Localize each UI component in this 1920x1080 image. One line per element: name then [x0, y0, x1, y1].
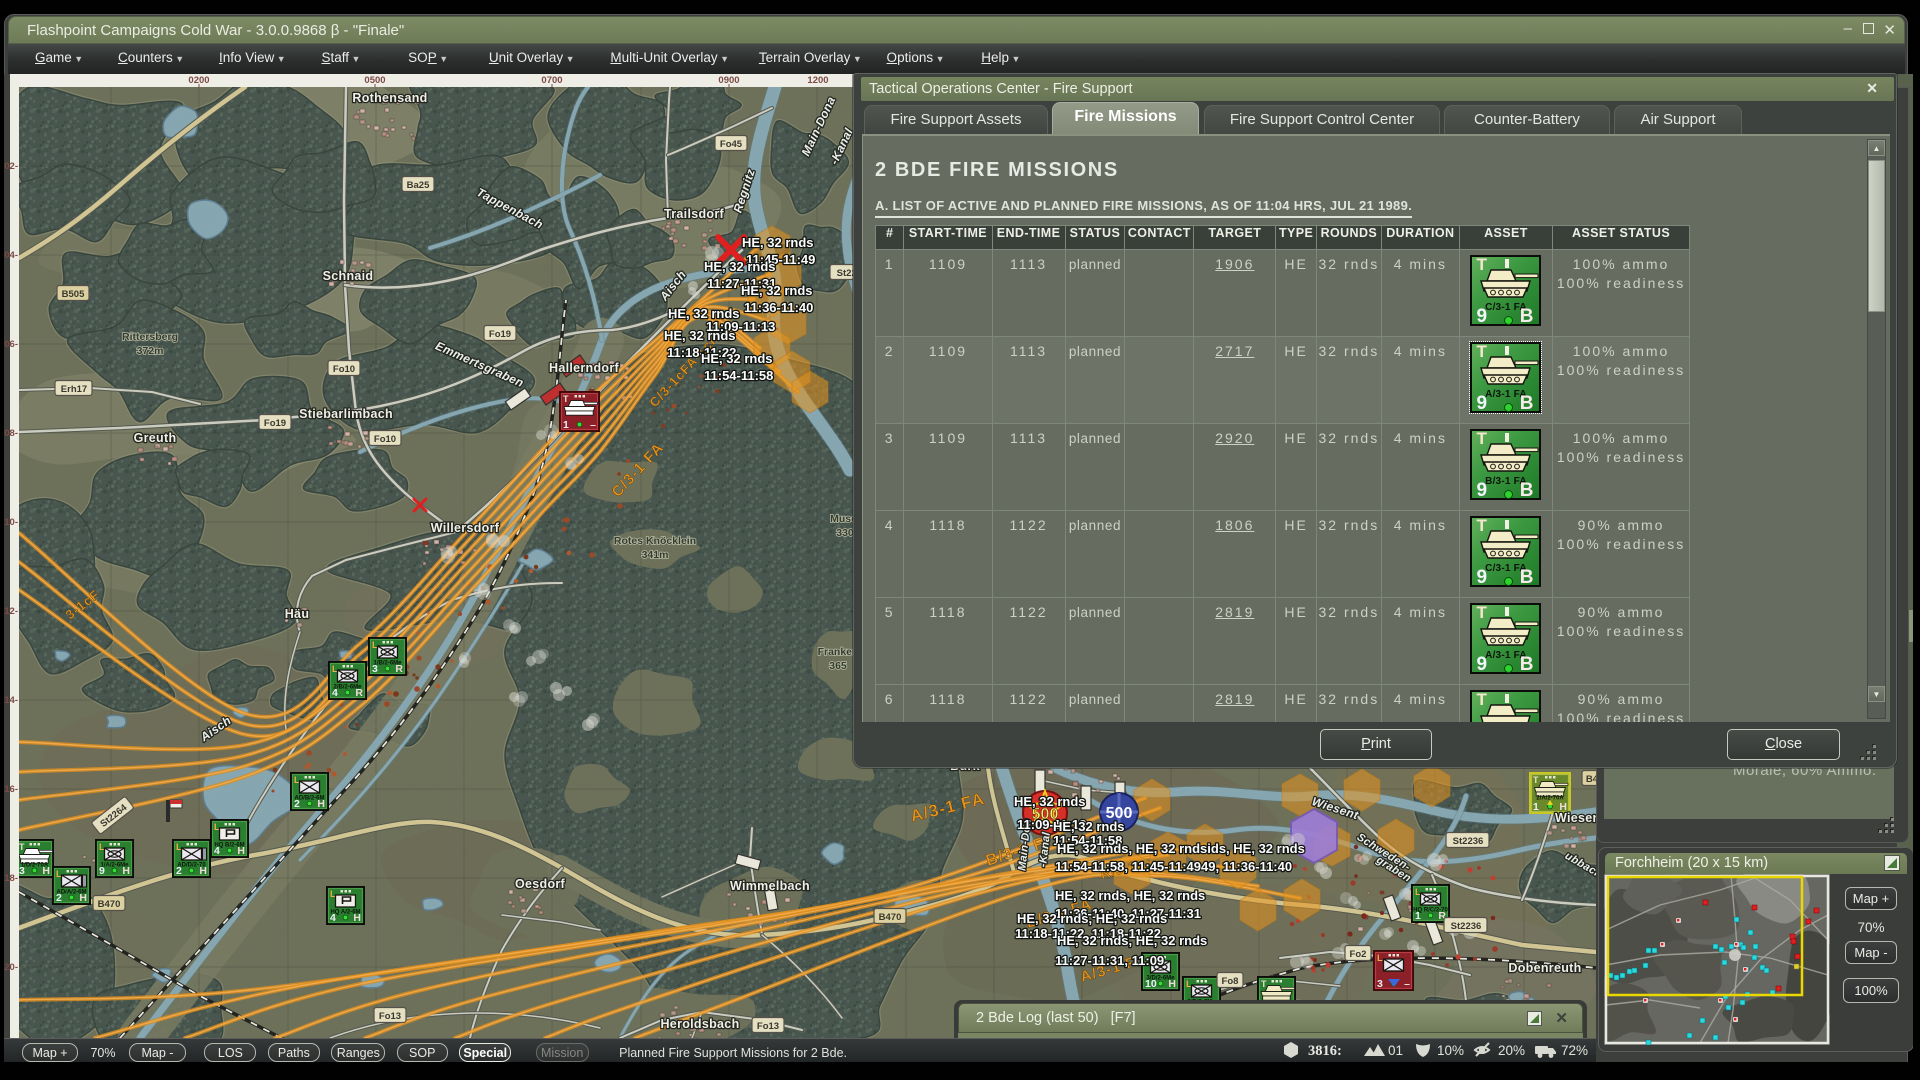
- svg-text:08-: 08-: [4, 428, 18, 439]
- svg-text:16-: 16-: [4, 784, 18, 795]
- svg-text:20%: 20%: [1498, 1043, 1525, 1058]
- svg-text:18-: 18-: [4, 873, 18, 884]
- svg-text:10-: 10-: [4, 517, 18, 528]
- svg-text:04-: 04-: [4, 250, 18, 261]
- svg-text:3816:: 3816:: [1308, 1043, 1342, 1059]
- svg-text:14-: 14-: [4, 695, 18, 706]
- svg-text:10%: 10%: [1437, 1043, 1464, 1058]
- svg-text:72%: 72%: [1561, 1043, 1588, 1058]
- svg-text:20-: 20-: [4, 962, 18, 973]
- svg-text:02-: 02-: [4, 161, 18, 172]
- svg-text:12-: 12-: [4, 606, 18, 617]
- svg-text:06-: 06-: [4, 339, 18, 350]
- svg-text:01: 01: [1388, 1043, 1403, 1058]
- svg-text:1200: 1200: [807, 75, 828, 86]
